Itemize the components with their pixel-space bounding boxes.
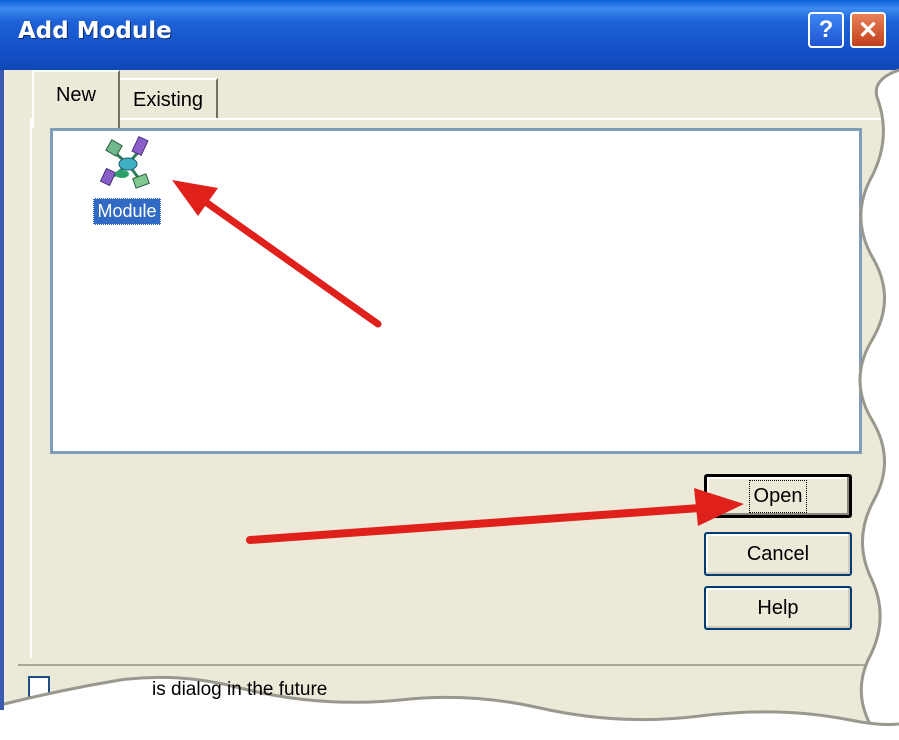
dont-show-checkbox-label: is dialog in the future: [152, 679, 328, 700]
module-label: Module: [93, 198, 161, 225]
tab-new-label: New: [55, 83, 96, 106]
help-icon[interactable]: ?: [808, 12, 844, 48]
open-button[interactable]: Open: [704, 474, 852, 518]
cancel-button[interactable]: Cancel: [704, 532, 852, 576]
tab-existing-label: Existing: [132, 88, 204, 111]
dont-show-checkbox[interactable]: [28, 676, 50, 698]
add-module-dialog: Add Module ? ✕ New Existing Module Open …: [0, 0, 899, 740]
module-list-view[interactable]: [50, 128, 862, 454]
tab-new[interactable]: New: [32, 70, 120, 128]
title-bar[interactable]: Add Module ? ✕: [0, 0, 899, 70]
help-button[interactable]: Help: [704, 586, 852, 630]
footer-divider: [18, 664, 899, 666]
module-icon: [100, 135, 150, 189]
tab-existing[interactable]: Existing: [120, 78, 218, 120]
close-icon[interactable]: ✕: [850, 12, 886, 48]
list-item-module[interactable]: Module: [84, 134, 170, 225]
window-title: Add Module: [18, 18, 172, 44]
